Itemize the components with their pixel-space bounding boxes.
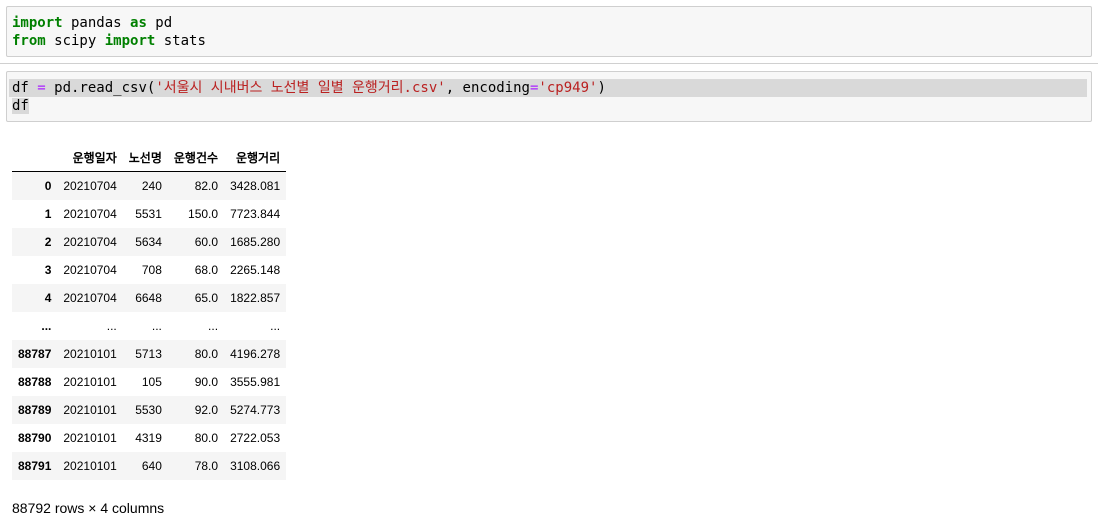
operator: =	[37, 80, 46, 96]
table-cell: 68.0	[194, 263, 219, 277]
row-count-info: 88792 rows × 4 columns	[12, 500, 165, 516]
table-row: 1 20210704 5531 150.0 7723.844	[12, 200, 287, 228]
table-cell: 60.0	[194, 235, 219, 249]
table-cell: 640	[141, 459, 162, 473]
keyword: import	[104, 33, 156, 49]
table-cell: 6648	[135, 291, 162, 305]
table-cell: 3108.066	[230, 459, 281, 473]
table-cell: ...	[270, 319, 281, 333]
row-index: 1	[44, 207, 52, 221]
table-row: 88789 20210101 5530 92.0 5274.773	[12, 396, 287, 424]
table-cell: 78.0	[194, 459, 219, 473]
table-row: 0 20210704 240 82.0 3428.081	[12, 171, 287, 200]
code-text: pd.read_csv(	[45, 80, 156, 96]
row-index: 0	[44, 179, 52, 193]
table-cell: 80.0	[194, 431, 219, 445]
code-text: , encoding	[445, 80, 530, 96]
code-text: pd	[146, 15, 173, 31]
table-cell: 5530	[135, 403, 162, 417]
code-text: stats	[155, 33, 206, 49]
table-row: 88787 20210101 5713 80.0 4196.278	[12, 340, 287, 368]
table-cell: 5634	[135, 235, 162, 249]
table-cell: 7723.844	[230, 207, 281, 221]
table-row: 4 20210704 6648 65.0 1822.857	[12, 284, 287, 312]
table-cell: 5531	[135, 207, 162, 221]
row-index: 2	[44, 235, 52, 249]
code-text: df	[12, 98, 29, 114]
table-row: 2 20210704 5634 60.0 1685.280	[12, 228, 287, 256]
code-text: )	[597, 80, 606, 96]
table-cell: 240	[141, 179, 162, 193]
table-cell: 20210101	[63, 375, 117, 389]
table-cell: 80.0	[194, 347, 219, 361]
table-cell: 3555.981	[230, 375, 281, 389]
code-cell-imports[interactable]: import pandas as pd from scipy import st…	[6, 6, 1092, 57]
table-cell: 82.0	[194, 179, 219, 193]
column-header: 운행거리	[224, 144, 287, 172]
table-cell: 1685.280	[230, 235, 281, 249]
column-header: 운행일자	[57, 144, 123, 172]
code-text: df	[12, 80, 38, 96]
table-cell: 708	[141, 263, 162, 277]
keyword: import	[12, 15, 63, 31]
table-cell: 4196.278	[230, 347, 281, 361]
table-cell: 20210704	[63, 235, 117, 249]
row-index: ...	[41, 319, 52, 333]
table-cell: 20210101	[63, 403, 117, 417]
table-cell: 20210101	[63, 431, 117, 445]
keyword: as	[130, 15, 147, 31]
string-literal: 'cp949'	[538, 80, 598, 96]
table-cell: 150.0	[188, 207, 219, 221]
table-cell: 90.0	[194, 375, 219, 389]
code-text: scipy	[45, 33, 105, 49]
table-cell: 20210704	[63, 291, 117, 305]
table-row: 88790 20210101 4319 80.0 2722.053	[12, 424, 287, 452]
table-cell: 20210101	[63, 459, 117, 473]
row-index: 4	[44, 291, 52, 305]
table-cell: 3428.081	[230, 179, 281, 193]
table-cell: 20210101	[63, 347, 117, 361]
code-line: from scipy import stats	[12, 32, 206, 50]
table-header-row: 운행일자 노선명 운행건수 운행거리	[12, 144, 287, 172]
cell-divider	[0, 63, 1098, 64]
table-row: 88791 20210101 640 78.0 3108.066	[12, 452, 287, 480]
table-cell: 2722.053	[230, 431, 281, 445]
table-cell: 4319	[135, 431, 162, 445]
table-cell: 65.0	[194, 291, 219, 305]
table-cell: 20210704	[63, 263, 117, 277]
table-row: 88788 20210101 105 90.0 3555.981	[12, 368, 287, 396]
table-cell: ...	[106, 319, 117, 333]
table-cell: 2265.148	[230, 263, 281, 277]
table-cell: 5713	[135, 347, 162, 361]
string-literal: '서울시 시내버스 노선별 일별 운행거리.csv'	[155, 80, 446, 96]
table-cell: 105	[141, 375, 162, 389]
row-index: 88789	[18, 403, 52, 417]
column-header: 운행건수	[167, 144, 225, 172]
dataframe-table: 운행일자 노선명 운행건수 운행거리 0 20210704 240 82.0 3428.…	[12, 144, 287, 480]
table-cell: 5274.773	[230, 403, 281, 417]
index-header	[12, 144, 58, 172]
table-cell: ...	[208, 319, 219, 333]
table-row: ...............	[12, 312, 287, 340]
code-line: df = pd.read_csv('서울시 시내버스 노선별 일별 운행거리.c…	[9, 79, 1087, 97]
code-text: pandas	[62, 15, 131, 31]
row-index: 88788	[18, 375, 52, 389]
row-index: 3	[44, 263, 52, 277]
keyword: from	[12, 33, 46, 49]
table-cell: ...	[151, 319, 162, 333]
code-line: import pandas as pd	[12, 14, 172, 32]
table-cell: 20210704	[63, 207, 117, 221]
code-line: df	[9, 97, 29, 115]
table-cell: 20210704	[63, 179, 117, 193]
row-index: 88790	[18, 431, 52, 445]
code-cell-read-csv[interactable]: df = pd.read_csv('서울시 시내버스 노선별 일별 운행거리.c…	[6, 71, 1092, 122]
column-header: 노선명	[122, 144, 168, 172]
table-row: 3 20210704 708 68.0 2265.148	[12, 256, 287, 284]
table-cell: 1822.857	[230, 291, 281, 305]
row-index: 88787	[18, 347, 52, 361]
row-index: 88791	[18, 459, 52, 473]
table-cell: 92.0	[194, 403, 219, 417]
